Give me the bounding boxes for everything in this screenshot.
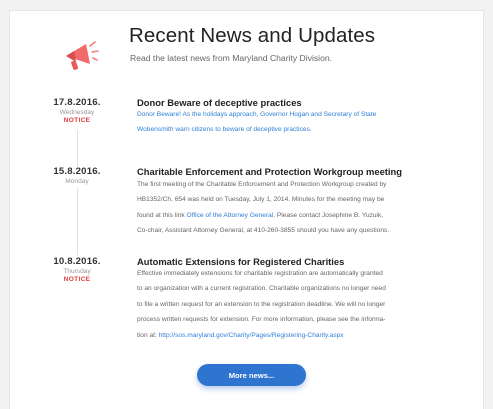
registering-charity-link[interactable]: http://sos.maryland.gov/Charity/Pages/Re…: [159, 332, 344, 339]
news-body-text: tion at:: [137, 331, 157, 339]
news-body-text: . Please contact Josephine B. Yuzuik,: [273, 211, 384, 219]
news-weekday: Thursday: [63, 268, 91, 275]
news-body-link[interactable]: Wobensmith warn citizens to beware of de…: [137, 126, 312, 133]
news-date-block: 10.8.2016. Thursday NOTICE: [36, 256, 118, 286]
page-subtitle: Read the latest news from Maryland Chari…: [130, 53, 333, 63]
news-date: 10.8.2016.: [53, 256, 101, 267]
news-body: Effective immediately extensions for cha…: [137, 266, 437, 343]
news-title[interactable]: Charitable Enforcement and Protection Wo…: [137, 166, 402, 177]
news-body-line: Effective immediately extensions for cha…: [137, 270, 383, 277]
timeline-line: [77, 130, 78, 255]
news-date: 17.8.2016.: [53, 97, 101, 108]
page-title: Recent News and Updates: [129, 24, 376, 47]
news-date-block: 17.8.2016. Wednesday NOTICE: [36, 97, 118, 127]
news-body-line: to file a written request for an extensi…: [137, 300, 386, 308]
news-body-line: to an organization with a current regist…: [137, 285, 386, 293]
news-body: Donor Beware! As the holidays approach, …: [137, 107, 437, 138]
news-body-link[interactable]: Donor Beware! As the holidays approach, …: [137, 111, 376, 118]
notice-badge: NOTICE: [63, 276, 91, 283]
news-body-line: Co-chair, Assistant Attorney General, at…: [137, 227, 390, 235]
more-news-button[interactable]: More news...: [197, 364, 306, 386]
news-weekday: Wednesday: [59, 109, 95, 116]
news-body-line: process written requests for extension. …: [137, 316, 386, 324]
news-body: The first meeting of the Charitable Enfo…: [137, 177, 437, 239]
megaphone-icon: [66, 41, 99, 70]
news-body-line: The first meeting of the Charitable Enfo…: [137, 181, 387, 188]
notice-badge: NOTICE: [63, 117, 91, 124]
news-weekday: Monday: [65, 178, 89, 185]
news-body-line: HB1352/Ch. 654 was held on Tuesday, July…: [137, 196, 385, 204]
news-body-text: found at this link: [137, 211, 185, 219]
news-date-block: 15.8.2016. Monday: [36, 166, 118, 188]
attorney-general-link[interactable]: Office of the Attorney General: [187, 212, 274, 219]
news-date: 15.8.2016.: [53, 166, 101, 177]
